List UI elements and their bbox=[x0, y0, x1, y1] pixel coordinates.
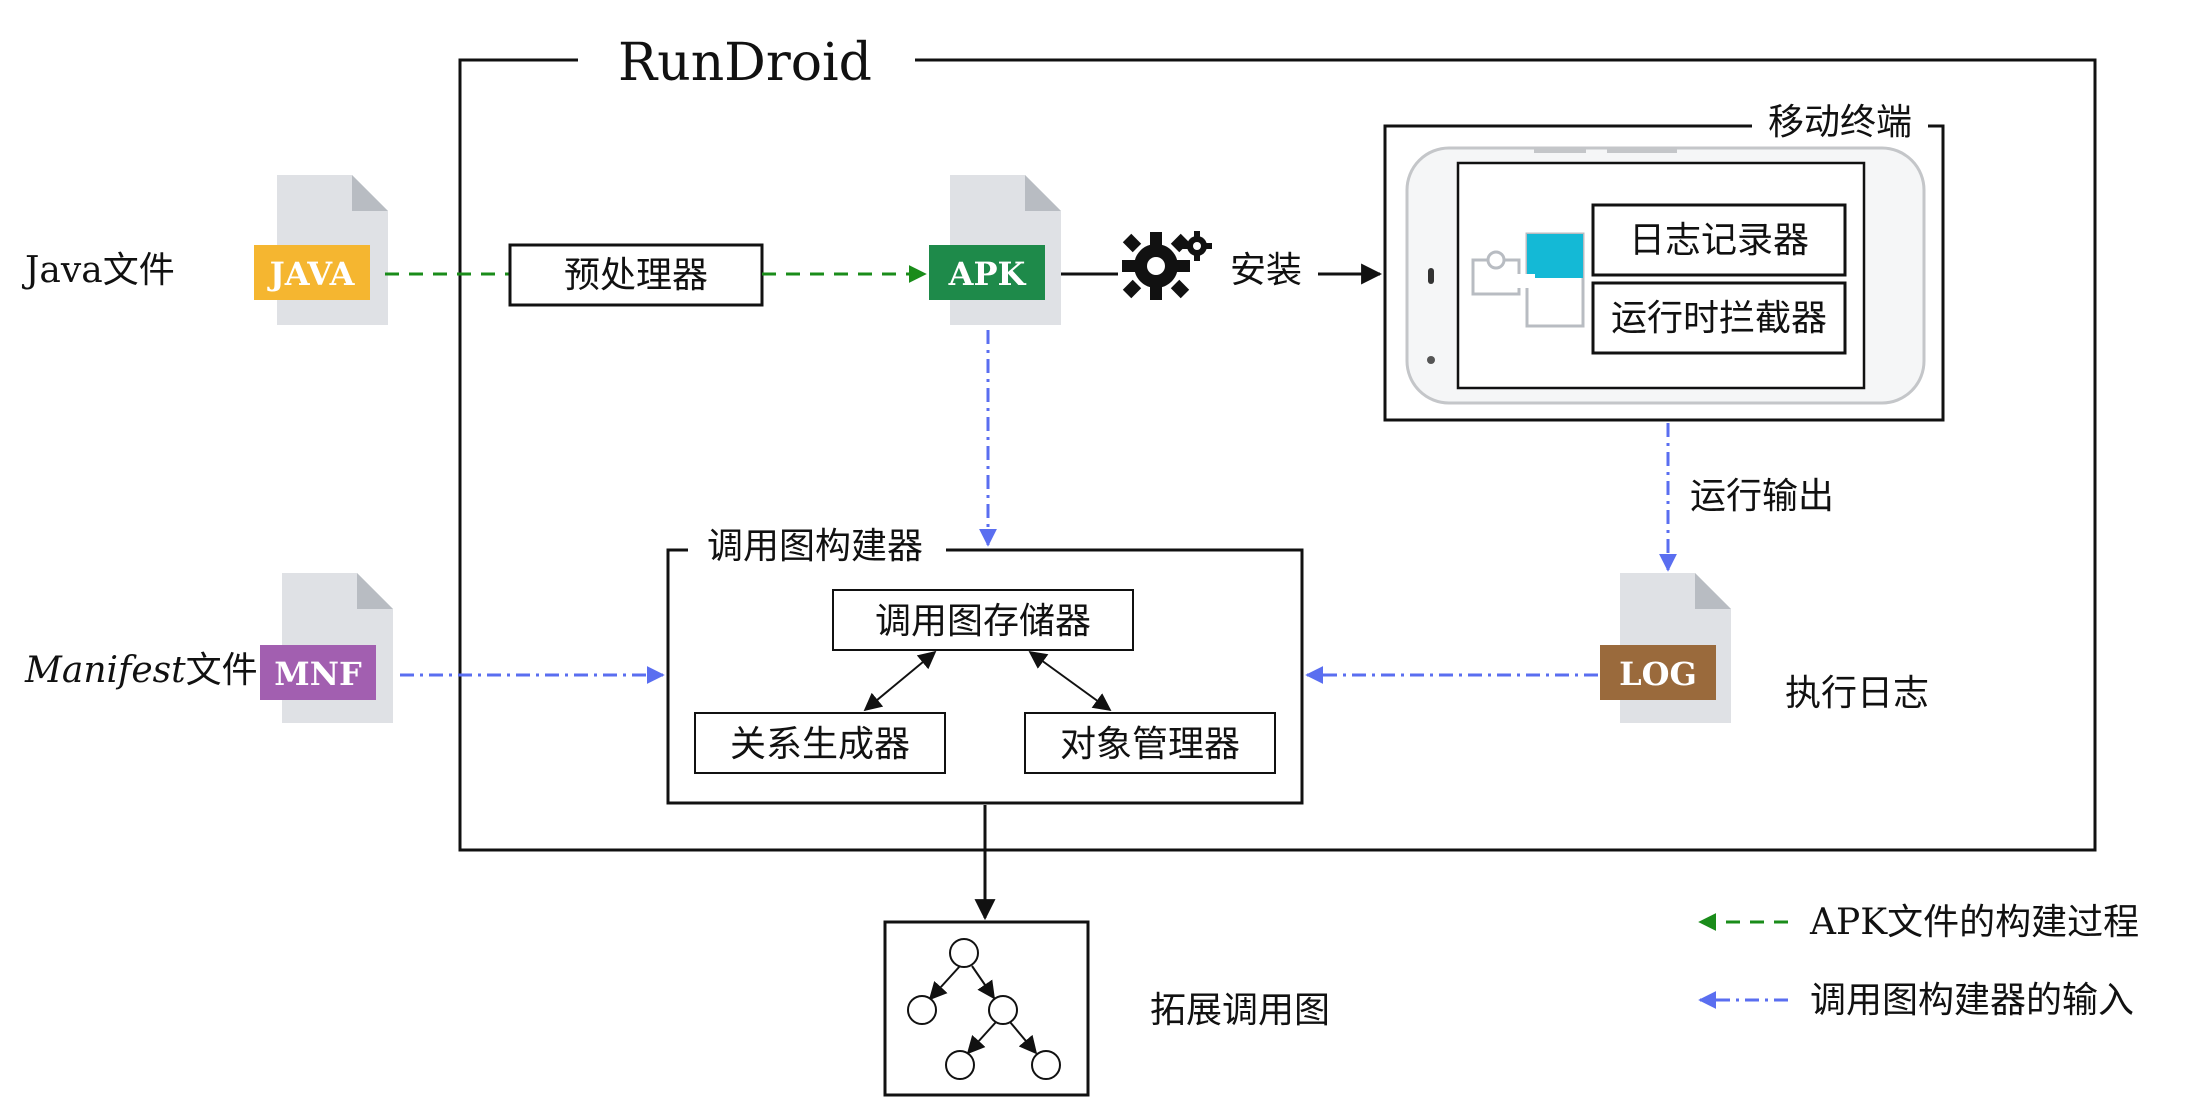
file-fold bbox=[357, 573, 393, 609]
manifest-label-suffix: 文件 bbox=[186, 650, 258, 691]
storage-relation-link bbox=[863, 650, 937, 712]
interceptor-label: 运行时拦截器 bbox=[1611, 298, 1827, 339]
rundroid-title: RunDroid bbox=[618, 33, 872, 93]
log-badge: LOG bbox=[1619, 655, 1697, 693]
object-manager-label: 对象管理器 bbox=[1060, 724, 1240, 765]
legend-apk-build-label: APK文件的构建过程 bbox=[1809, 902, 2139, 943]
builder-title: 调用图构建器 bbox=[707, 526, 923, 567]
mnf-badge: MNF bbox=[274, 655, 362, 693]
preprocessor-label: 预处理器 bbox=[564, 255, 708, 296]
file-fold bbox=[1025, 175, 1061, 211]
java-badge: JAVA bbox=[267, 255, 356, 293]
manifest-label-italic: Manifest bbox=[24, 650, 186, 691]
apk-file-icon: APK bbox=[929, 175, 1061, 325]
legend-builder-input-label: 调用图构建器的输入 bbox=[1810, 980, 2134, 1021]
apk-badge: APK bbox=[948, 255, 1027, 293]
manifest-file-label: Manifest文件 bbox=[24, 650, 258, 691]
legend: APK文件的构建过程 调用图构建器的输入 bbox=[1698, 902, 2139, 1021]
relation-label: 关系生成器 bbox=[730, 724, 910, 765]
gear-icon bbox=[1122, 231, 1212, 300]
execution-log-label: 执行日志 bbox=[1785, 673, 1929, 714]
rundroid-diagram: RunDroid JAVA Java文件 预处理器 APK 安装 移动终端 日志… bbox=[21, 33, 2139, 1097]
mobile-terminal-title: 移动终端 bbox=[1768, 102, 1912, 143]
file-fold bbox=[352, 175, 388, 211]
manifest-file-icon: MNF bbox=[260, 573, 393, 723]
file-fold bbox=[1695, 573, 1731, 609]
log-file-icon: LOG bbox=[1600, 573, 1731, 723]
storage-object-link bbox=[1028, 650, 1112, 712]
storage-label: 调用图存储器 bbox=[875, 601, 1091, 642]
install-label: 安装 bbox=[1230, 250, 1302, 291]
extended-call-graph-label: 拓展调用图 bbox=[1150, 990, 1330, 1031]
java-file-icon: JAVA bbox=[254, 175, 388, 325]
java-file-label: Java文件 bbox=[21, 250, 175, 291]
logger-label: 日志记录器 bbox=[1629, 220, 1809, 261]
run-output-label: 运行输出 bbox=[1690, 476, 1834, 517]
